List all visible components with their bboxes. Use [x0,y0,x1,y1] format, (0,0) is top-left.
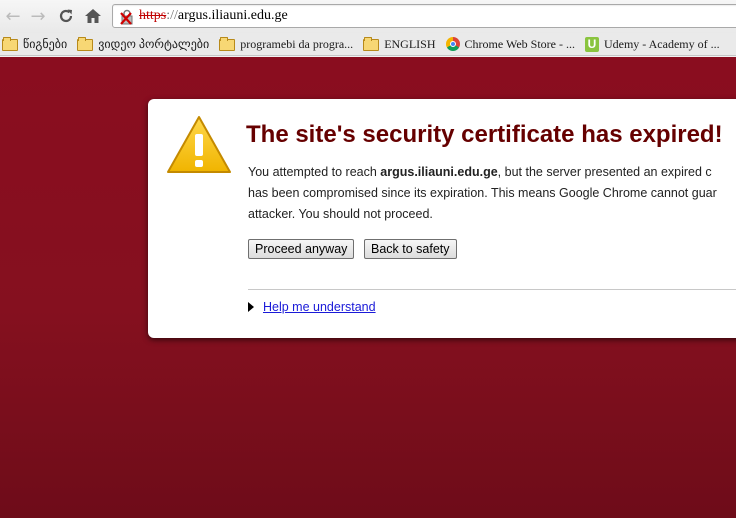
folder-icon [2,37,18,51]
udemy-icon: U [584,36,599,52]
divider [248,289,736,290]
bookmark-folder-programebi[interactable]: programebi da progra... [219,35,353,54]
broken-lock-icon[interactable] [119,9,135,25]
expand-triangle-icon[interactable] [248,302,254,312]
address-bar[interactable]: https://argus.iliauni.edu.ge [112,4,736,28]
bookmark-label: Chrome Web Store - ... [464,36,575,51]
bookmarks-bar: წიგნები ვიდეო პორტალები programebi da pr… [0,33,736,56]
reload-icon[interactable] [56,6,76,26]
description-line-3: attacker. You should not proceed. [248,207,433,221]
home-icon[interactable] [83,6,103,26]
help-me-understand-link[interactable]: Help me understand [263,300,376,314]
description-host: argus.iliauni.edu.ge [380,165,498,179]
folder-icon [219,37,236,51]
forward-arrow-icon[interactable]: → [28,6,48,27]
bookmark-label: წიგნები [23,36,68,51]
url-scheme: https [139,8,167,23]
browser-toolbar: ← → https://argus.iliauni.edu.ge [0,0,736,33]
bookmark-folder-english[interactable]: ENGLISH [363,35,436,54]
description-line-2: has been compromised since its expiratio… [248,186,717,200]
url-text: https://argus.iliauni.edu.ge [139,8,288,24]
error-card: The site's security certificate has expi… [148,99,736,338]
bookmark-udemy[interactable]: U Udemy - Academy of ... [584,35,720,54]
bookmark-label: ვიდეო პორტალები [98,36,210,51]
bookmark-folder-books[interactable]: წიგნები [2,35,67,54]
back-arrow-icon[interactable]: ← [3,6,23,27]
bookmark-label: Udemy - Academy of ... [603,36,720,51]
warning-icon [167,116,231,173]
proceed-anyway-button[interactable]: Proceed anyway [248,239,355,259]
chrome-web-store-icon [445,37,460,51]
description-text: You attempted to reach [248,165,381,179]
description-text: , but the server presented an expired c [497,165,712,179]
url-separator: :// [166,8,178,23]
interstitial-page: The site's security certificate has expi… [0,57,736,518]
bookmark-label: ENGLISH [384,36,436,51]
url-host: argus.iliauni.edu.ge [177,8,288,23]
help-section: Help me understand [248,300,376,314]
bookmark-label: programebi da progra... [240,36,354,51]
error-description: You attempted to reach argus.iliauni.edu… [248,162,736,225]
bookmark-folder-video-portals[interactable]: ვიდეო პორტალები [77,35,209,54]
folder-icon [363,37,380,51]
back-to-safety-button[interactable]: Back to safety [364,239,457,259]
description-line-1: You attempted to reach argus.iliauni.edu… [248,162,736,183]
bookmark-chrome-web-store[interactable]: Chrome Web Store - ... [445,35,575,54]
page-title: The site's security certificate has expi… [246,121,723,148]
folder-icon [77,37,94,51]
